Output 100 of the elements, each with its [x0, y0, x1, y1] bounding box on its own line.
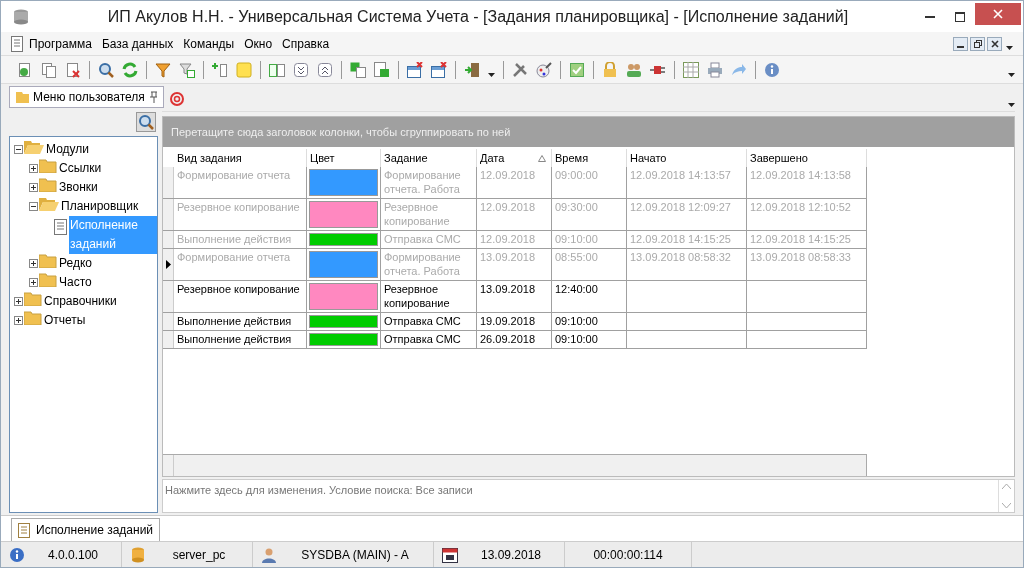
expand-icon[interactable] [29, 278, 38, 287]
menu-item[interactable]: Программа [29, 34, 92, 53]
table-cell: 12.09.2018 14:15:25 [750, 233, 851, 245]
delete-document-icon[interactable] [65, 61, 81, 78]
stop-icon[interactable] [170, 91, 184, 106]
mdi-close-button[interactable] [987, 36, 1002, 51]
add-document-icon[interactable] [17, 61, 33, 78]
column-header[interactable]: Время [552, 149, 627, 167]
close-button[interactable] [975, 2, 1021, 25]
table-cell: 12.09.2018 12:09:27 [630, 201, 731, 213]
refresh-icon[interactable] [122, 61, 138, 78]
table-cell: Отправка СМС [384, 333, 461, 345]
table-cell: Резервное копирование [384, 283, 450, 309]
table-cell: Выполнение действия [177, 233, 292, 245]
tree-item[interactable]: Звонки [58, 178, 99, 197]
scroll-down-icon[interactable] [1002, 503, 1011, 508]
document-icon [11, 35, 23, 52]
mdi-restore-button[interactable] [970, 36, 985, 51]
search-icon[interactable] [98, 61, 114, 78]
table-cell: 13.09.2018 [480, 251, 536, 263]
tree-item[interactable]: Справочники [43, 292, 118, 311]
tree-item[interactable]: Отчеты [43, 311, 87, 330]
expand-icon[interactable] [29, 259, 38, 268]
spreadsheet-export-icon[interactable] [374, 61, 390, 78]
group-panel-hint: Перетащите сюда заголовок колонки, чтобы сгруппировать по ней [171, 124, 511, 140]
search-button[interactable] [136, 112, 156, 132]
status-text: 13.09.2018 [479, 546, 543, 564]
collapse-icon[interactable] [317, 61, 333, 78]
info-icon [9, 546, 25, 563]
table-cell: 13.09.2018 08:58:33 [750, 251, 851, 263]
status-text: SYSDBA (MAIN) - A [300, 546, 410, 564]
expand-icon[interactable] [14, 297, 23, 306]
column-header[interactable]: Начато [627, 149, 747, 167]
expand-icon[interactable] [29, 164, 38, 173]
column-header[interactable]: Вид задания [174, 149, 307, 167]
table-cell: Отправка СМС [384, 315, 461, 327]
mdi-minimize-button[interactable] [953, 36, 968, 51]
row-indicator[interactable] [163, 249, 174, 280]
caret-icon[interactable] [488, 72, 495, 77]
table-icon[interactable] [683, 61, 699, 78]
table-cell: 26.09.2018 [480, 333, 536, 345]
table-cell: 09:10:00 [555, 233, 598, 245]
tree-item[interactable]: Часто [58, 273, 93, 292]
column-header[interactable]: Задание [381, 149, 477, 167]
filter-check-icon[interactable] [179, 61, 195, 78]
document-icon [54, 219, 68, 235]
table-cell: 12:40:00 [555, 283, 598, 295]
minimize-icon [957, 45, 964, 48]
pin-icon[interactable] [148, 91, 157, 103]
menu-item[interactable]: База данных [101, 34, 174, 53]
collapse-icon[interactable] [29, 202, 38, 211]
sidebar-tab[interactable]: Меню пользователя [9, 86, 164, 108]
menu-item[interactable]: Команды [183, 34, 235, 53]
caret-icon[interactable] [1008, 72, 1015, 77]
tree-item[interactable]: Модули [45, 140, 90, 159]
window-close-icon[interactable] [407, 61, 423, 78]
restore-icon [973, 39, 982, 48]
collapse-icon[interactable] [14, 145, 23, 154]
caret-icon[interactable] [1006, 45, 1013, 50]
menu-item[interactable]: Справка [282, 34, 330, 53]
printer-icon[interactable] [707, 61, 723, 78]
current-row-icon [165, 260, 171, 269]
users-icon[interactable] [626, 61, 642, 78]
column-header[interactable]: Цвет [307, 149, 381, 167]
exit-door-icon[interactable] [464, 61, 480, 78]
column-header[interactable]: Дата [477, 149, 552, 167]
spreadsheet-icon[interactable] [350, 61, 366, 78]
lock-icon[interactable] [602, 61, 618, 78]
info-icon[interactable] [764, 61, 780, 78]
expand-icon[interactable] [29, 183, 38, 192]
document-tab[interactable]: Исполнение заданий [11, 518, 161, 541]
document-icon [18, 522, 30, 538]
folder-icon [39, 159, 57, 173]
status-text: 00:00:00:114 [592, 546, 664, 564]
sort-ascending-icon [538, 154, 546, 162]
tree-item[interactable]: Планировщик [60, 197, 140, 216]
folder-icon [39, 178, 57, 192]
tree-item[interactable]: Ссылки [58, 159, 103, 178]
filter-bar[interactable]: Нажмите здесь для изменения. Условие поиска: Все записи [162, 479, 1015, 513]
search-icon [138, 114, 154, 130]
menu-item[interactable]: Окно [244, 34, 273, 53]
table-cell: Формирование отчета [177, 169, 291, 181]
copy-icon[interactable] [41, 61, 57, 78]
column-header[interactable]: Завершено [747, 149, 867, 167]
caret-icon[interactable] [1008, 102, 1015, 107]
table-cell: 13.09.2018 [480, 283, 536, 295]
add-column-icon[interactable] [212, 61, 228, 78]
scroll-up-icon[interactable] [1002, 484, 1011, 489]
columns-icon[interactable] [269, 61, 285, 78]
palette-icon[interactable] [536, 61, 552, 78]
table-cell: 12.09.2018 14:13:57 [630, 169, 731, 181]
table-cell: Отправка СМС [384, 233, 461, 245]
table-cell: 09:10:00 [555, 315, 598, 327]
checkbox-icon[interactable] [569, 61, 585, 78]
tree-item[interactable]: Редко [58, 254, 93, 273]
table-cell: 09:30:00 [555, 201, 598, 213]
window-close-icon[interactable] [431, 61, 447, 78]
expand-icon[interactable] [14, 316, 23, 325]
expand-icon[interactable] [293, 61, 309, 78]
filter-icon[interactable] [155, 61, 171, 78]
